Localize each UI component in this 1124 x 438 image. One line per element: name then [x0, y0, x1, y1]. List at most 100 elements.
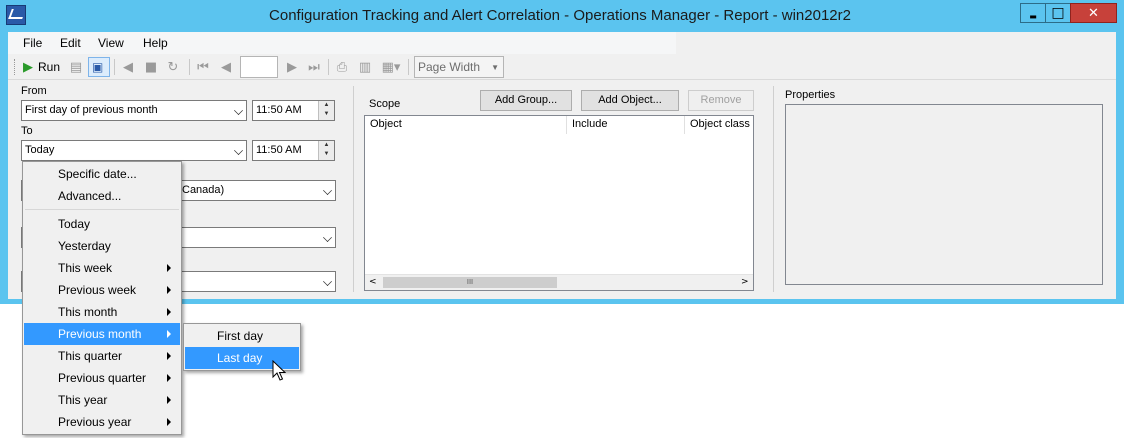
column-header-object-class[interactable]: Object class [685, 116, 753, 134]
maximize-icon: □ [1051, 5, 1065, 21]
menu-item-label: Yesterday [58, 239, 111, 253]
submenu-arrow-icon [167, 418, 171, 426]
run-icon[interactable]: ▶ [20, 59, 36, 75]
menu-item-label: This week [58, 261, 113, 275]
first-page-icon[interactable]: ⏮ [195, 59, 211, 75]
page-number-input[interactable] [240, 56, 278, 78]
scroll-left-icon[interactable]: < [369, 277, 377, 287]
menu-file[interactable]: File [23, 36, 42, 50]
menu-item-label: Previous year [58, 415, 132, 429]
parameters-icon[interactable]: ▤ [68, 59, 84, 75]
menu-item-label: Previous week [58, 283, 137, 297]
remove-button[interactable]: Remove [688, 90, 754, 111]
next-page-icon[interactable]: ▶ [284, 59, 300, 75]
menu-item-advanced[interactable]: Advanced... [24, 185, 180, 207]
menu-item-previous-month[interactable]: Previous month [24, 323, 180, 345]
to-time-spin[interactable]: ▲ ▼ [318, 141, 334, 160]
menu-item-today[interactable]: Today [24, 213, 180, 235]
toolbar-separator [328, 59, 329, 75]
menu-item-label: Previous quarter [58, 371, 147, 385]
scroll-right-icon[interactable]: > [741, 277, 749, 287]
chevron-down-icon [323, 277, 332, 286]
document-map-button[interactable]: ▣ [88, 57, 110, 77]
menu-help[interactable]: Help [143, 36, 168, 50]
chevron-down-icon: ▼ [491, 63, 499, 72]
menu-item-previous-year[interactable]: Previous year [24, 411, 180, 433]
to-combo[interactable]: Today [21, 140, 247, 161]
minimize-button[interactable]: ▬ [1020, 3, 1045, 23]
menu-edit[interactable]: Edit [60, 36, 81, 50]
submenu-arrow-icon [167, 264, 171, 272]
print-icon[interactable]: ▥ [357, 59, 373, 75]
date-context-menu: Specific date... Advanced... Today Yeste… [22, 161, 182, 435]
last-page-icon[interactable]: ⏭ [306, 59, 322, 75]
maximize-button[interactable]: □ [1045, 3, 1070, 23]
mouse-cursor-icon [272, 360, 286, 381]
spin-down-icon[interactable]: ▼ [319, 110, 334, 119]
from-time-spin[interactable]: ▲ ▼ [318, 101, 334, 120]
spin-down-icon[interactable]: ▼ [319, 150, 334, 159]
refresh-icon[interactable]: ↻ [165, 59, 181, 75]
back-icon[interactable]: ◀ [120, 59, 136, 75]
menu-view[interactable]: View [98, 36, 124, 50]
scroll-thumb[interactable]: III [383, 277, 557, 288]
to-time-stepper[interactable]: 11:50 AM ▲ ▼ [252, 140, 335, 161]
submenu-item-label: First day [217, 329, 264, 343]
run-button-label[interactable]: Run [38, 60, 60, 74]
export-icon[interactable]: ▦▾ [380, 59, 402, 75]
submenu-arrow-icon [167, 286, 171, 294]
print-layout-icon[interactable]: ⎙ [334, 59, 350, 75]
menu-item-this-month[interactable]: This month [24, 301, 180, 323]
properties-panel [785, 104, 1103, 285]
title-bar[interactable]: Configuration Tracking and Alert Correla… [0, 0, 1124, 32]
submenu-arrow-icon [167, 330, 171, 338]
menu-item-label: Today [58, 217, 91, 231]
panel-divider [353, 86, 354, 292]
stop-icon[interactable]: ■ [143, 59, 159, 75]
app-icon[interactable] [6, 5, 26, 25]
menu-item-specific-date[interactable]: Specific date... [24, 163, 180, 185]
toolbar-grip [14, 59, 16, 75]
menu-separator [25, 209, 179, 210]
panel-divider [773, 86, 774, 292]
to-time-value: 11:50 AM [256, 144, 302, 156]
document-map-icon: ▣ [92, 60, 104, 74]
close-icon: ✕ [1088, 5, 1099, 21]
scope-label: Scope [369, 98, 401, 110]
menu-item-label: Previous month [58, 327, 142, 341]
from-time-stepper[interactable]: 11:50 AM ▲ ▼ [252, 100, 335, 121]
scope-list[interactable]: Object Include Object class < III > [364, 115, 754, 291]
timezone-value: Canada) [182, 184, 225, 196]
previous-page-icon[interactable]: ◀ [218, 59, 234, 75]
add-group-button[interactable]: Add Group... [480, 90, 572, 111]
column-header-include[interactable]: Include [567, 116, 685, 134]
from-value: First day of previous month [25, 104, 158, 116]
zoom-value: Page Width [418, 60, 481, 74]
submenu-arrow-icon [167, 352, 171, 360]
toolbar-separator [114, 59, 115, 75]
close-button[interactable]: ✕ [1070, 3, 1117, 23]
menu-item-label: Advanced... [58, 189, 122, 203]
chevron-down-icon [234, 146, 243, 155]
minimize-icon: ▬ [1029, 11, 1037, 21]
column-header-object[interactable]: Object [365, 116, 567, 134]
submenu-arrow-icon [167, 374, 171, 382]
horizontal-scrollbar[interactable]: < III > [365, 274, 753, 290]
menu-item-this-quarter[interactable]: This quarter [24, 345, 180, 367]
menu-item-this-week[interactable]: This week [24, 257, 180, 279]
from-combo[interactable]: First day of previous month [21, 100, 247, 121]
menu-item-previous-week[interactable]: Previous week [24, 279, 180, 301]
toolbar-separator [189, 59, 190, 75]
menu-item-previous-quarter[interactable]: Previous quarter [24, 367, 180, 389]
add-object-button[interactable]: Add Object... [581, 90, 679, 111]
spin-up-icon[interactable]: ▲ [319, 141, 334, 150]
menu-item-label: This quarter [58, 349, 123, 363]
menu-item-yesterday[interactable]: Yesterday [24, 235, 180, 257]
submenu-arrow-icon [167, 308, 171, 316]
menu-item-this-year[interactable]: This year [24, 389, 180, 411]
submenu-item-first-day[interactable]: First day [185, 325, 299, 347]
to-value: Today [25, 144, 55, 156]
chevron-down-icon [234, 106, 243, 115]
zoom-select[interactable]: Page Width ▼ [414, 56, 504, 78]
spin-up-icon[interactable]: ▲ [319, 101, 334, 110]
